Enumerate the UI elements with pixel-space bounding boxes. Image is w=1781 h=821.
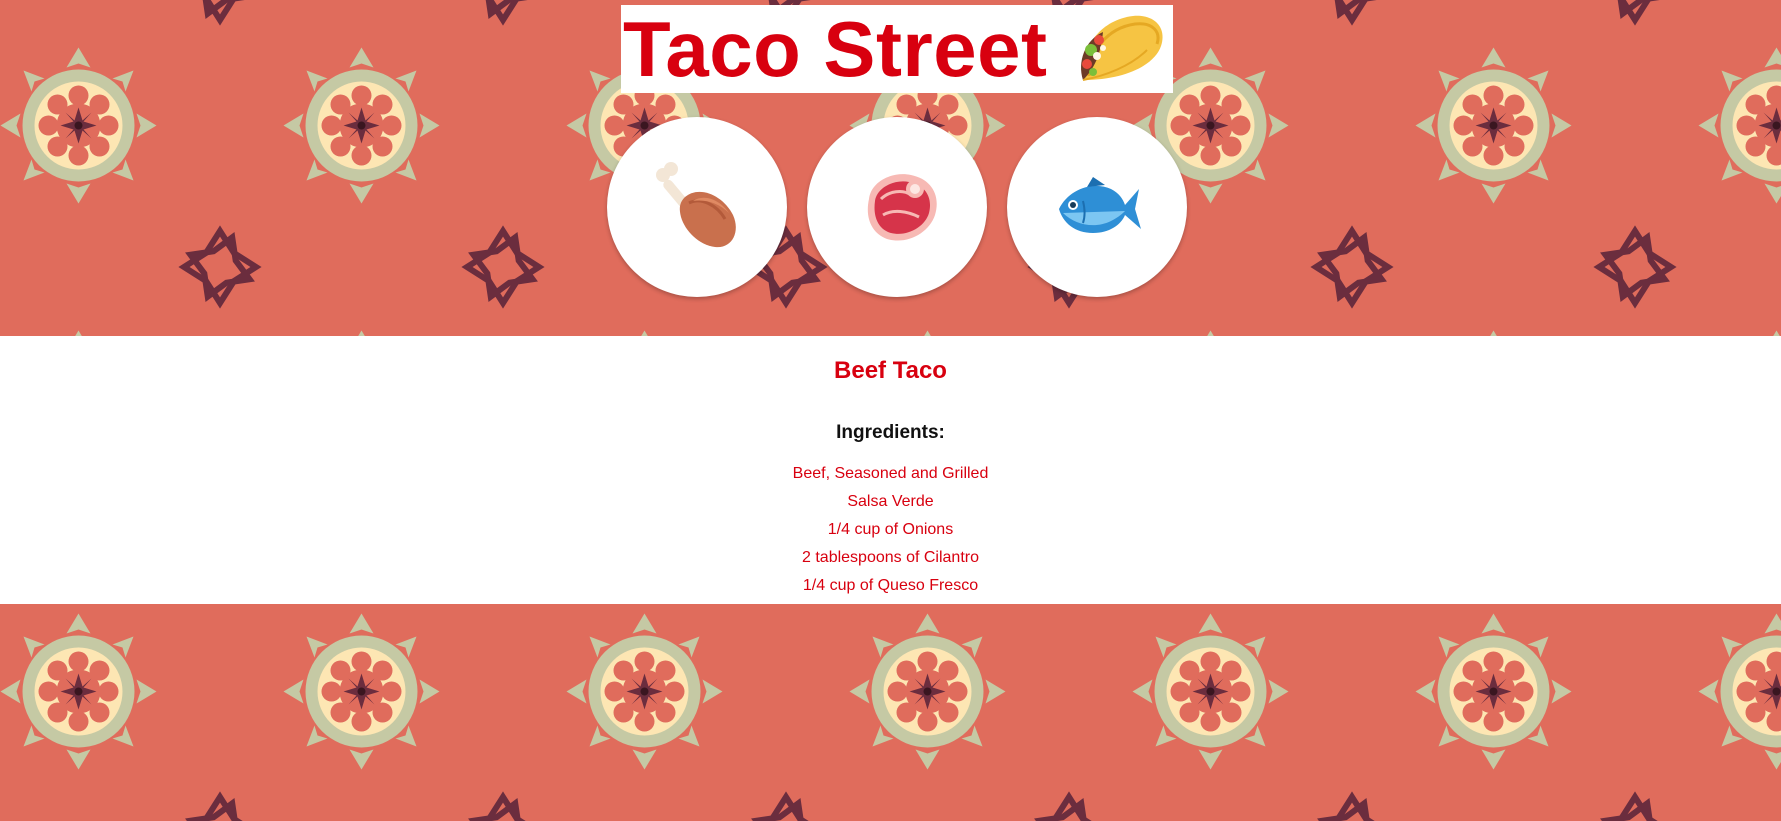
fish-icon bbox=[1059, 177, 1141, 233]
ingredient-list: Beef, Seasoned and Grilled Salsa Verde 1… bbox=[0, 460, 1781, 600]
recipe-panel: Beef Taco Ingredients: Beef, Seasoned an… bbox=[0, 336, 1781, 604]
taco-icon bbox=[1081, 15, 1163, 81]
poultry-leg-icon bbox=[656, 162, 736, 248]
ingredient-item: 1/4 cup of Queso Fresco bbox=[802, 577, 979, 594]
ingredient-item: Salsa Verde bbox=[847, 493, 934, 510]
fish-button[interactable] bbox=[1007, 117, 1187, 297]
cut-of-meat-icon bbox=[867, 174, 937, 241]
recipe-title: Beef Taco bbox=[834, 357, 947, 384]
ingredient-item: Beef, Seasoned and Grilled bbox=[792, 465, 989, 482]
ingredient-item: 1/4 cup of Onions bbox=[827, 521, 954, 538]
site-title: Taco Street bbox=[623, 5, 1048, 93]
ingredients-heading: Ingredients: bbox=[836, 422, 945, 443]
ingredient-item: 2 tablespoons of Cilantro bbox=[802, 549, 979, 566]
header: Taco Street bbox=[0, 0, 1781, 336]
protein-selector bbox=[607, 117, 1187, 297]
chicken-button[interactable] bbox=[607, 117, 787, 297]
beef-button[interactable] bbox=[807, 117, 987, 297]
